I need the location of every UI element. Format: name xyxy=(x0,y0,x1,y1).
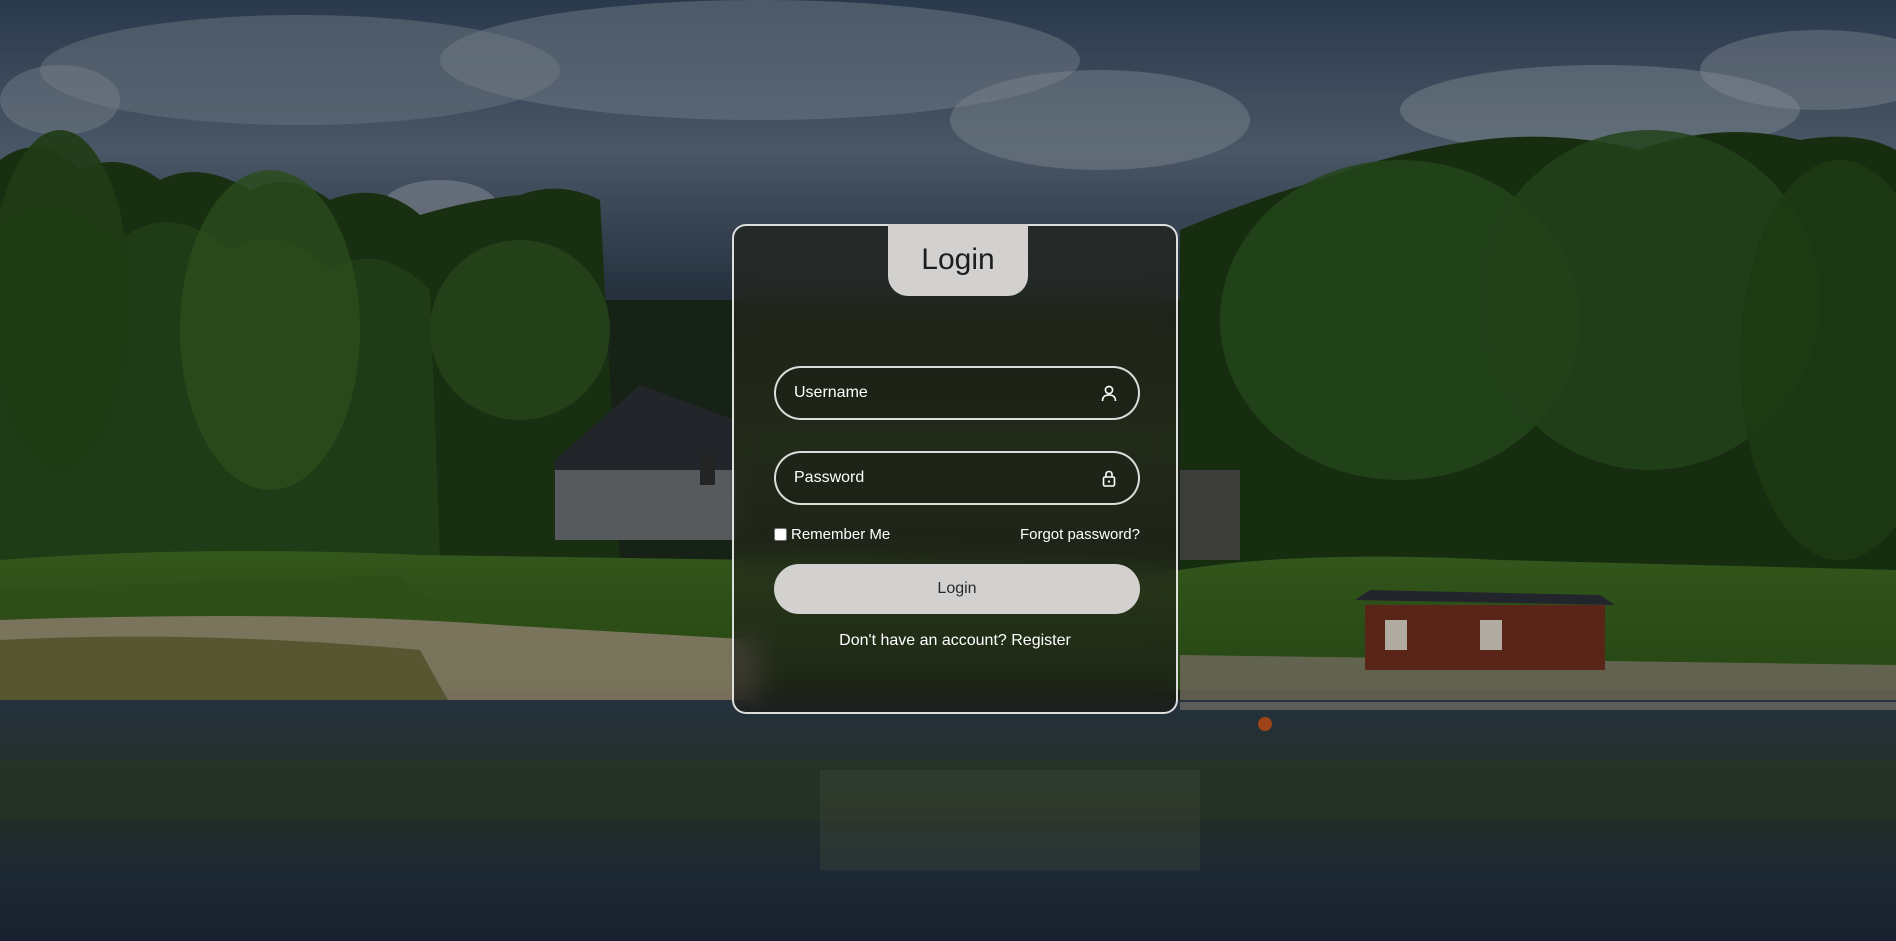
register-link[interactable]: Register xyxy=(1011,632,1071,649)
username-input[interactable] xyxy=(794,368,1084,426)
password-input[interactable] xyxy=(794,453,1084,511)
user-icon xyxy=(1101,385,1117,402)
remember-me-label: Remember Me xyxy=(791,526,891,543)
password-field xyxy=(774,451,1140,511)
forgot-password-link[interactable]: Forgot password? xyxy=(1020,526,1140,543)
login-form: Login Remember Me Forgot password? Login… xyxy=(732,224,1178,714)
username-field xyxy=(774,366,1140,426)
remember-me-checkbox[interactable] xyxy=(774,528,787,541)
remember-me[interactable]: Remember Me xyxy=(774,526,890,543)
register-prompt: Don't have an account? Register xyxy=(734,632,1176,650)
login-header-tab: Login xyxy=(888,224,1028,296)
register-prompt-text: Don't have an account? xyxy=(839,632,1007,649)
login-title: Login xyxy=(921,243,995,276)
lock-icon xyxy=(1102,470,1116,487)
options-row: Remember Me Forgot password? xyxy=(774,526,1140,546)
login-button[interactable]: Login xyxy=(774,564,1140,614)
